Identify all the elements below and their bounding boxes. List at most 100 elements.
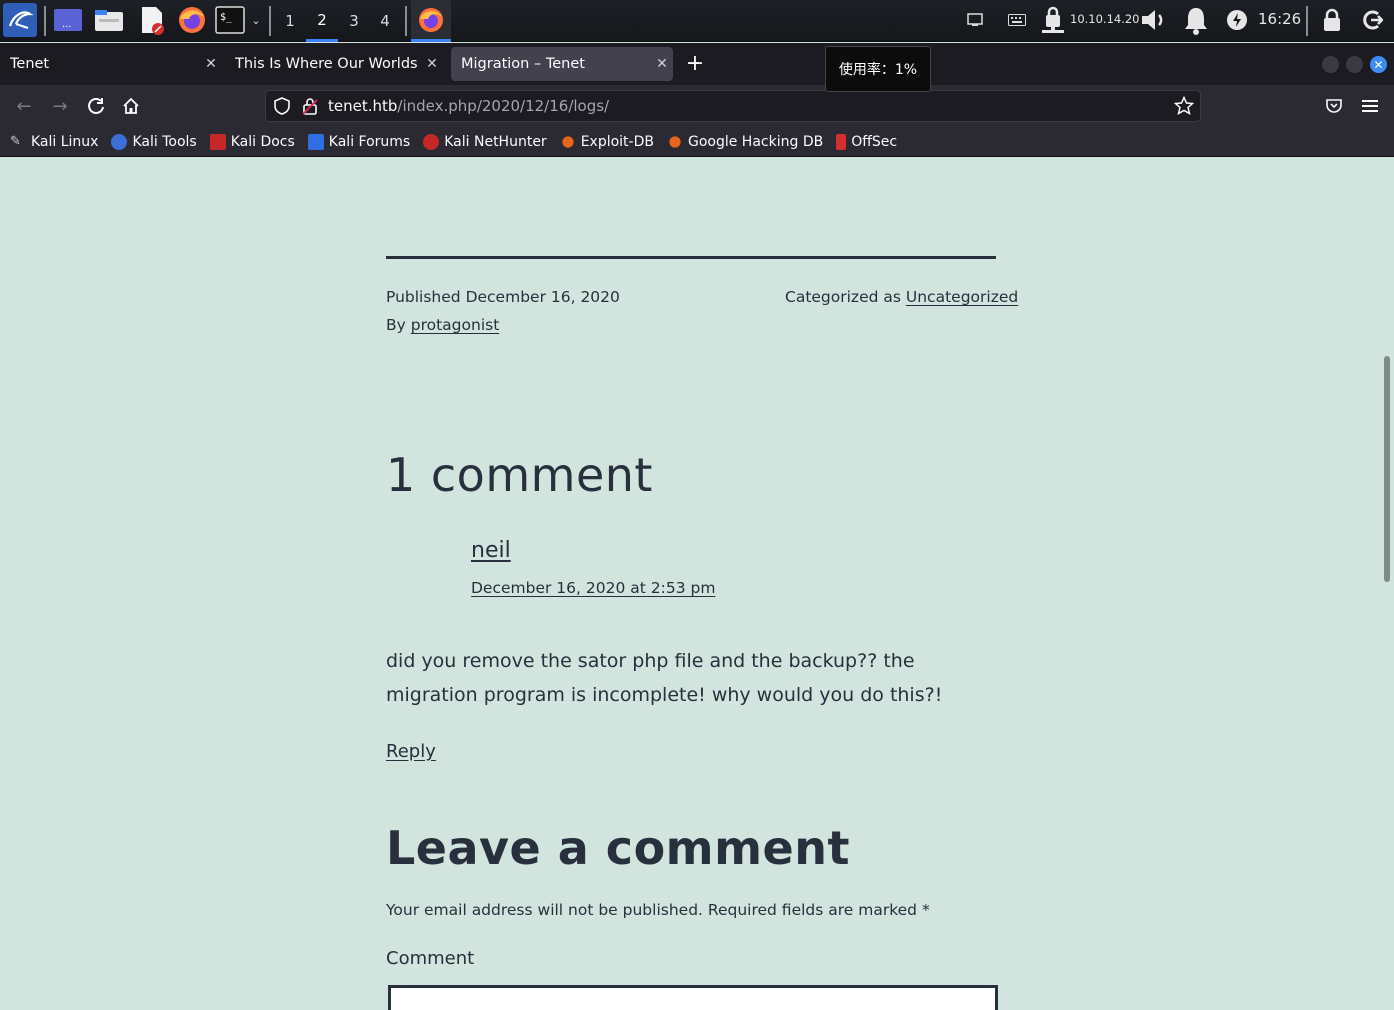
comment-body: did you remove the sator php file and th… [386,650,943,706]
home-icon[interactable] [119,94,143,118]
byline: By protagonist [386,316,499,334]
forward-arrow-icon[interactable]: → [48,94,72,118]
comments-title: 1 comment [386,448,653,502]
desktop-panel: ... $_ ⌄ 1 2 3 4 10.10.14.20 16:26 [0,0,1394,42]
url-text[interactable]: tenet.htb/index.php/2020/12/16/logs/ [328,97,609,115]
page-scrollbar[interactable] [1380,158,1394,1010]
bookmark-kali-nethunter[interactable]: Kali NetHunter [423,133,547,150]
taskbar-firefox-window-icon[interactable] [411,0,451,42]
svg-text:...: ... [62,19,72,30]
bookmark-label: Kali Forums [328,133,411,150]
bookmark-offsec[interactable]: OffSec [836,133,898,150]
workspace-2[interactable]: 2 [306,0,338,42]
bookmark-label: Kali Docs [230,133,295,150]
browser-tab-strip: Tenet ✕ This Is Where Our Worlds Co ✕ Mi… [0,43,1394,85]
leave-comment-title: Leave a comment [386,821,850,875]
chevron-down-icon[interactable]: ⌄ [248,5,264,35]
url-bar[interactable]: tenet.htb/index.php/2020/12/16/logs/ [265,90,1201,122]
by-label: By [386,316,406,334]
svg-text:$_: $_ [220,12,233,23]
entry-footer-divider [386,256,996,259]
tab-migration[interactable]: Migration – Tenet ✕ [451,47,673,81]
kali-dragon-icon: ✎ [10,133,21,149]
power-manager-icon[interactable] [1225,5,1249,35]
posted-on: Published December 16, 2020 [386,288,620,306]
bookmark-label: Kali Tools [132,133,197,150]
network-monitor-icon[interactable] [965,5,985,35]
window-close-button[interactable]: ✕ [1370,56,1387,73]
comment-textarea[interactable] [388,985,998,1010]
close-icon[interactable]: ✕ [421,56,443,72]
comment-author-link[interactable]: neil [471,538,511,563]
bookmark-kali-forums[interactable]: Kali Forums [307,133,411,150]
panel-clock[interactable]: 16:26 [1258,10,1301,28]
bookmarks-toolbar: ✎ Kali Linux Kali Tools Kali Docs Kali Fo… [0,127,1394,157]
vpn-lock-icon[interactable] [1038,5,1068,35]
terminal-icon[interactable]: $_ [214,5,246,35]
url-path: /index.php/2020/12/16/logs/ [397,97,610,115]
reload-icon[interactable] [84,94,108,118]
bookmark-kali-docs[interactable]: Kali Docs [209,133,295,150]
exploit-db-icon [562,135,574,148]
pocket-icon[interactable] [1322,94,1346,118]
bookmark-label: Google Hacking DB [687,133,824,150]
offsec-icon [836,133,847,150]
bookmark-kali-linux[interactable]: ✎ Kali Linux [10,134,98,150]
firefox-icon[interactable] [176,5,208,35]
comment-date-link[interactable]: December 16, 2020 at 2:53 pm [471,579,715,597]
back-arrow-icon[interactable]: ← [12,94,36,118]
tab-title: Migration – Tenet [461,56,585,72]
bookmark-kali-tools[interactable]: Kali Tools [111,133,197,150]
tab-tenet[interactable]: Tenet ✕ [0,47,222,81]
reply-link[interactable]: Reply [386,741,436,762]
file-manager-icon[interactable] [93,5,125,35]
lock-screen-icon[interactable] [1320,5,1344,35]
page-viewport: Published December 16, 2020 By protagoni… [0,158,1380,1010]
workspace-1[interactable]: 1 [274,0,306,42]
shield-icon[interactable] [274,97,290,119]
url-host: tenet.htb [328,97,398,115]
comment-notes: Your email address will not be published… [386,901,930,919]
tab-title: Tenet [10,56,50,72]
volume-icon[interactable] [1139,5,1171,35]
logout-icon[interactable] [1360,5,1384,35]
text-editor-icon[interactable] [136,5,168,35]
keyboard-icon[interactable] [1006,5,1028,35]
published-label: Published [386,288,461,306]
author-link[interactable]: protagonist [411,316,500,334]
panel-separator [1306,6,1308,36]
close-icon[interactable]: ✕ [200,56,222,72]
panel-separator [405,6,407,36]
ghdb-icon [669,135,681,148]
close-icon[interactable]: ✕ [651,56,673,72]
notifications-bell-icon[interactable] [1180,5,1212,35]
hamburger-menu-icon[interactable] [1358,94,1382,118]
bookmark-google-hacking-db[interactable]: Google Hacking DB [667,134,823,150]
kali-docs-icon [209,133,226,150]
insecure-lock-icon[interactable] [302,97,318,119]
published-date: December 16, 2020 [465,288,620,306]
bookmark-label: OffSec [851,133,898,150]
scrollbar-thumb[interactable] [1384,356,1390,582]
panel-separator [269,6,271,36]
bookmark-star-icon[interactable] [1173,95,1195,120]
bookmark-label: Kali NetHunter [444,133,547,150]
maximize-button[interactable] [1346,56,1363,73]
navigation-toolbar: ← → tenet.htb/index.php/2020/12/16/logs/ [0,85,1394,127]
cpu-usage-tooltip: 使用率：1% [825,46,931,92]
workspace-3[interactable]: 3 [338,0,370,42]
kali-tools-icon [111,133,128,150]
comment-label: Comment [386,948,475,969]
cat-links: Categorized as Uncategorized [785,288,1018,306]
workspace-4[interactable]: 4 [369,0,401,42]
desktop-icon[interactable]: ... [52,5,84,35]
new-tab-button[interactable]: + [683,51,707,77]
tab-worlds[interactable]: This Is Where Our Worlds Co ✕ [225,47,443,81]
bookmark-label: Exploit-DB [580,133,654,150]
category-link[interactable]: Uncategorized [906,288,1018,306]
kali-menu-icon[interactable] [3,3,37,37]
bookmark-exploit-db[interactable]: Exploit-DB [560,134,654,150]
nethunter-icon [423,133,440,150]
panel-ip-address: 10.10.14.20 [1070,12,1140,26]
minimize-button[interactable] [1322,56,1339,73]
